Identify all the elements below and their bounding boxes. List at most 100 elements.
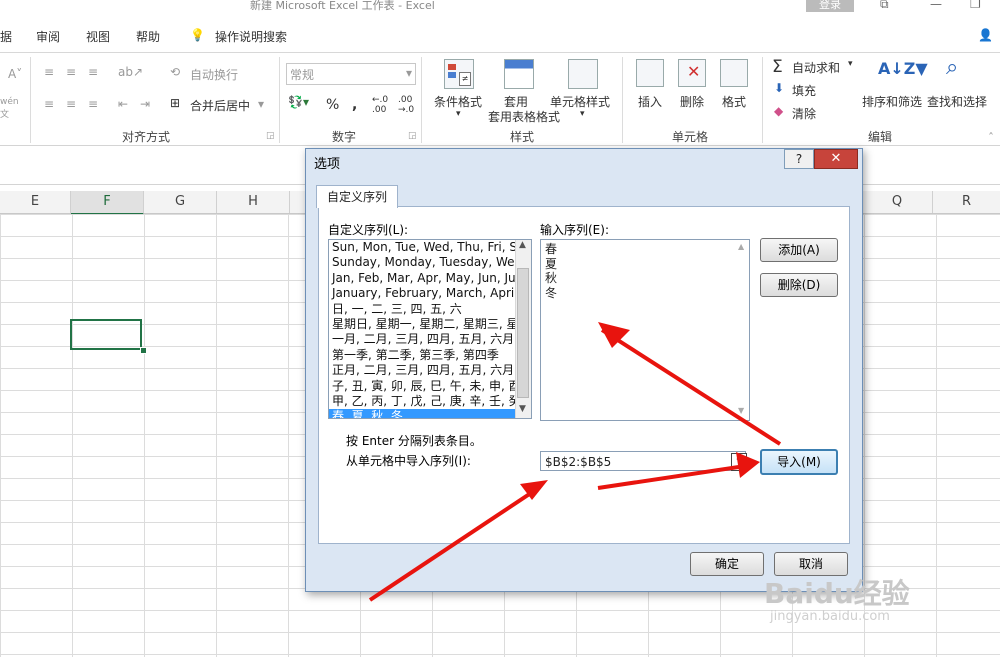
scroll-up-icon[interactable]: ▲ (738, 242, 744, 251)
autosum-label[interactable]: 自动求和 (792, 59, 840, 76)
sort-filter-icon[interactable]: A↓Z▼ (878, 59, 928, 78)
list-item[interactable]: 星期日, 星期一, 星期二, 星期三, 星 (329, 317, 531, 332)
table-format-icon[interactable] (504, 59, 534, 89)
dialog-launcher-icon[interactable]: ◲ (266, 131, 275, 141)
close-button[interactable]: ✕ (814, 149, 858, 169)
collapse-dialog-icon[interactable]: ↑ (731, 453, 747, 471)
import-range-input[interactable]: $B$2:$B$5 (540, 451, 746, 471)
restore-icon[interactable]: ❐ (970, 0, 981, 11)
list-scrollbar[interactable]: ▲ ▼ (515, 240, 531, 418)
ribbon-display-icon[interactable]: ⧉ (880, 0, 889, 12)
orientation-icon[interactable]: ab↗ (118, 65, 143, 79)
fill-label[interactable]: 填充 (792, 82, 816, 99)
increase-decimal-icon[interactable]: ←.0.00 (372, 95, 388, 115)
list-item[interactable]: 正月, 二月, 三月, 四月, 五月, 六月, (329, 363, 531, 378)
list-item[interactable]: January, February, March, April (329, 286, 531, 301)
find-select-label[interactable]: 查找和选择 (927, 93, 987, 110)
fill-handle[interactable] (140, 347, 147, 354)
search-icon[interactable]: ⌕ (946, 55, 958, 80)
align-right-icon[interactable]: ≡ (88, 97, 98, 111)
wrap-text-icon[interactable]: ⟲ (170, 65, 180, 79)
column-header-g[interactable]: G (144, 191, 217, 213)
increase-indent-icon[interactable]: ⇥ (140, 97, 150, 111)
clear-label[interactable]: 清除 (792, 105, 816, 122)
list-item[interactable]: 日, 一, 二, 三, 四, 五, 六 (329, 302, 531, 317)
format-cells-icon[interactable] (720, 59, 748, 87)
list-item[interactable]: 一月, 二月, 三月, 四月, 五月, 六月, (329, 332, 531, 347)
ok-button[interactable]: 确定 (690, 552, 764, 576)
import-button[interactable]: 导入(M) (760, 449, 838, 475)
fill-icon[interactable]: ⬇ (774, 81, 784, 95)
eraser-icon[interactable]: ◆ (774, 104, 783, 118)
tell-me-search[interactable]: 操作说明搜索 (215, 28, 287, 45)
delete-button[interactable]: 删除(D) (760, 273, 838, 297)
align-top-icon[interactable]: ≡ (44, 65, 54, 79)
help-button[interactable]: ? (784, 149, 814, 169)
list-item[interactable]: Sun, Mon, Tue, Wed, Thu, Fri, S (329, 240, 531, 255)
chevron-down-icon[interactable]: ▾ (258, 97, 264, 111)
align-left-icon[interactable]: ≡ (44, 97, 54, 111)
merge-center-icon[interactable]: ⊞ (170, 96, 180, 110)
selected-cell[interactable] (70, 319, 142, 350)
tab-view[interactable]: 视图 (86, 28, 110, 45)
cell-styles-icon[interactable] (568, 59, 598, 89)
tab-help[interactable]: 帮助 (136, 28, 160, 45)
chevron-down-icon[interactable]: ▾ (456, 109, 461, 119)
collapse-ribbon-icon[interactable]: ˆ (988, 131, 994, 145)
dialog-launcher-icon[interactable]: ◲ (408, 131, 417, 141)
chevron-down-icon[interactable]: ▾ (580, 109, 585, 119)
column-header-r[interactable]: R (933, 191, 1000, 213)
tab-review[interactable]: 审阅 (36, 28, 60, 45)
chevron-down-icon[interactable]: ▾ (848, 59, 853, 69)
column-header-q[interactable]: Q (862, 191, 933, 213)
group-label-styles: 样式 (510, 130, 535, 144)
percent-button[interactable]: % (326, 97, 339, 113)
number-format-select[interactable]: 常规 ▾ (286, 63, 416, 85)
scroll-down-icon[interactable]: ▼ (519, 404, 526, 414)
accounting-format-icon[interactable]: 💱▾ (288, 95, 309, 109)
column-header-f[interactable]: F (71, 191, 144, 215)
scroll-thumb[interactable] (517, 268, 529, 398)
conditional-format-icon[interactable]: ≠ (444, 59, 474, 89)
phonetic-icon[interactable]: wén 文 (0, 97, 19, 120)
delete-label[interactable]: 删除 (680, 93, 704, 110)
list-item[interactable]: 甲, 乙, 丙, 丁, 戊, 己, 庚, 辛, 壬, 癸 (329, 394, 531, 409)
merge-center-label[interactable]: 合并后居中 (190, 97, 250, 114)
sort-filter-label[interactable]: 排序和筛选 (862, 93, 922, 110)
list-item[interactable]: Sunday, Monday, Tuesday, Wed (329, 255, 531, 270)
minimize-icon[interactable]: — (930, 0, 942, 11)
login-button[interactable]: 登录 (806, 0, 854, 12)
tab-data[interactable]: 据 (0, 28, 12, 45)
comma-button[interactable]: , (352, 97, 357, 113)
column-header-h[interactable]: H (217, 191, 290, 213)
tab-custom-lists[interactable]: 自定义序列 (316, 185, 398, 208)
decrease-indent-icon[interactable]: ⇤ (118, 97, 128, 111)
align-bottom-icon[interactable]: ≡ (88, 65, 98, 79)
list-item[interactable]: Jan, Feb, Mar, Apr, May, Jun, Ju (329, 271, 531, 286)
insert-cells-icon[interactable] (636, 59, 664, 87)
cell-styles-label[interactable]: 单元格样式 (550, 93, 610, 110)
delete-cells-icon[interactable]: ✕ (678, 59, 706, 87)
wrap-text-label[interactable]: 自动换行 (190, 66, 238, 83)
user-icon[interactable]: 👤 (978, 28, 993, 42)
align-center-icon[interactable]: ≡ (66, 97, 76, 111)
list-item[interactable]: 第一季, 第二季, 第三季, 第四季 (329, 348, 531, 363)
autosum-icon[interactable]: Σ (772, 57, 783, 77)
decrease-decimal-icon[interactable]: .00 →.0 (398, 95, 414, 115)
column-header-e[interactable]: E (0, 191, 71, 213)
list-entries-textarea[interactable]: 春 夏 秋 冬 ▲ ▼ (540, 239, 750, 421)
entries-scrollbar[interactable]: ▲ ▼ (735, 240, 749, 420)
conditional-format-label[interactable]: 条件格式 (434, 93, 482, 110)
chevron-down-icon: ▾ (405, 66, 412, 80)
custom-lists-listbox[interactable]: Sun, Mon, Tue, Wed, Thu, Fri, S Sunday, … (328, 239, 532, 419)
scroll-down-icon[interactable]: ▼ (738, 406, 744, 415)
scroll-up-icon[interactable]: ▲ (519, 240, 526, 250)
add-button[interactable]: 添加(A) (760, 238, 838, 262)
table-format-label[interactable]: 套用表格格式 (488, 108, 560, 125)
format-label[interactable]: 格式 (722, 93, 746, 110)
insert-label[interactable]: 插入 (638, 93, 662, 110)
align-middle-icon[interactable]: ≡ (66, 65, 76, 79)
font-size-icon[interactable]: A˅ (8, 67, 22, 81)
list-item-selected[interactable]: 春, 夏, 秋, 冬 (329, 409, 531, 418)
list-item[interactable]: 子, 丑, 寅, 卯, 辰, 巳, 午, 未, 申, 酉 (329, 379, 531, 394)
